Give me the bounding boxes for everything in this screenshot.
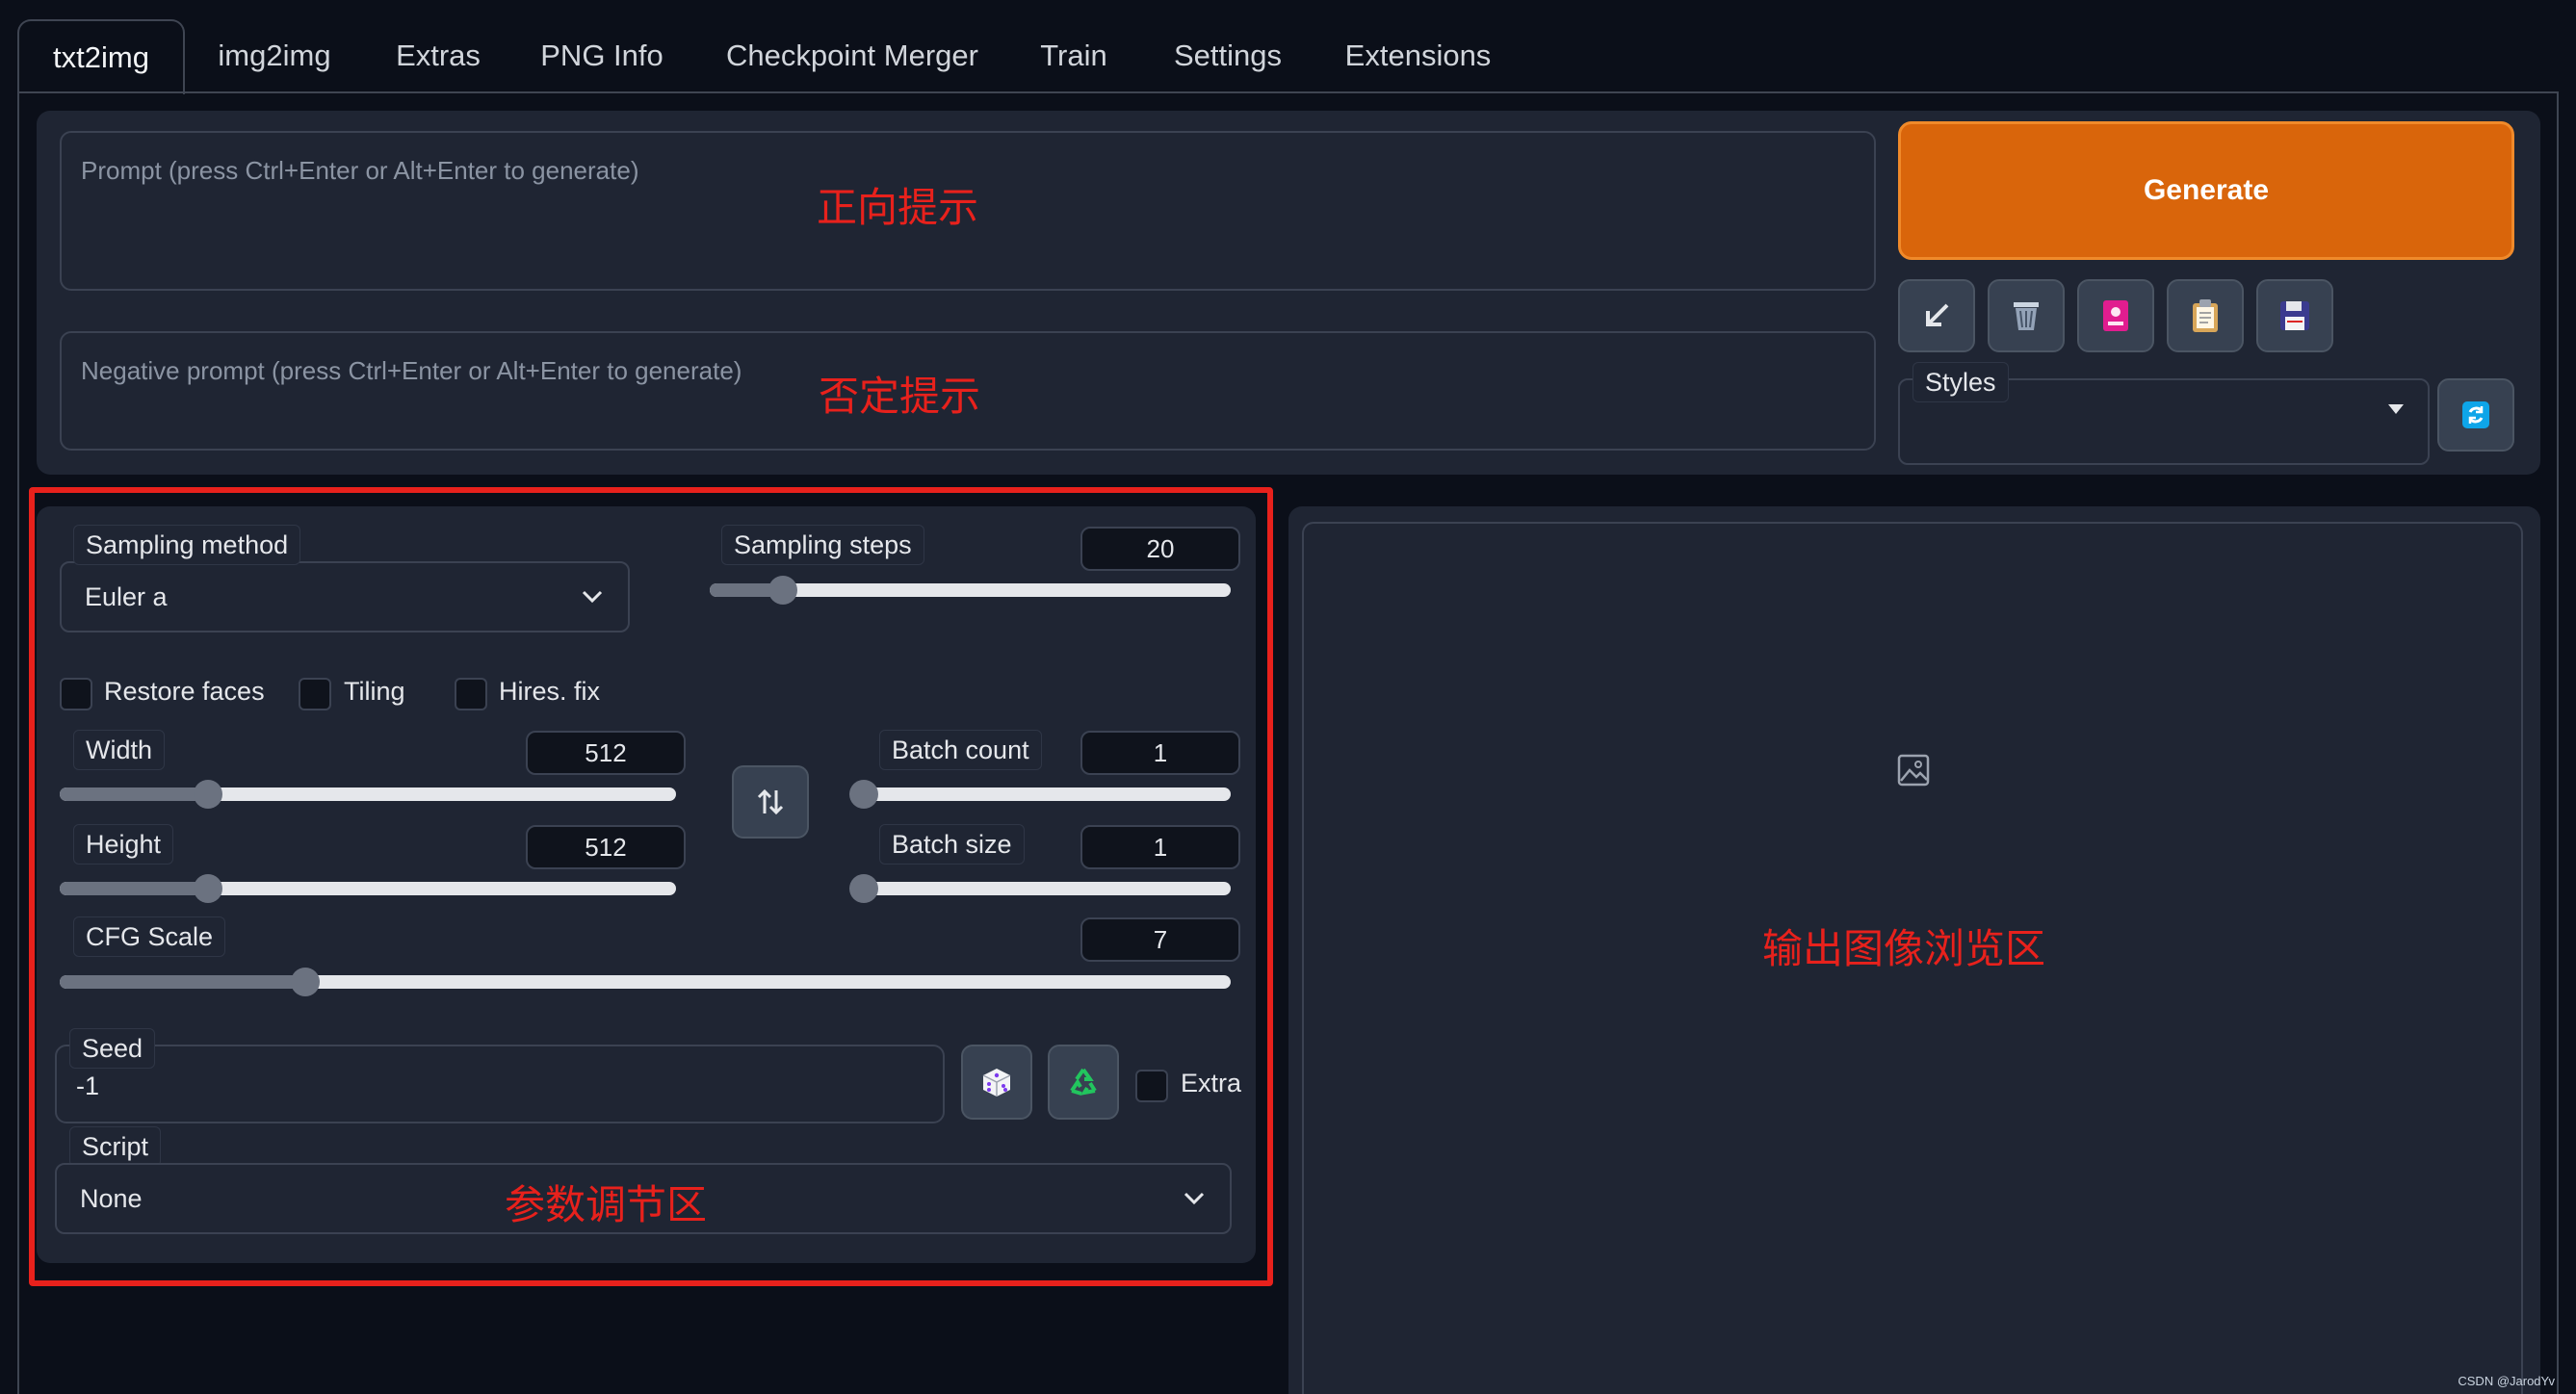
image-placeholder-icon [1897, 754, 1930, 787]
seed-value: -1 [76, 1071, 100, 1100]
script-label: Script [69, 1126, 162, 1167]
restore-faces-checkbox[interactable] [60, 678, 92, 710]
height-slider[interactable] [60, 874, 676, 903]
sampling-method-value: Euler a [85, 582, 168, 611]
cfg-scale-label: CFG Scale [73, 916, 226, 957]
reuse-seed-button[interactable] [1048, 1045, 1119, 1120]
slider-handle[interactable] [849, 780, 878, 809]
tab-settings[interactable]: Settings [1160, 19, 1295, 92]
watermark: CSDN @JarodYv [2458, 1374, 2555, 1388]
tab-png-info[interactable]: PNG Info [530, 19, 674, 92]
tab-divider [17, 91, 2559, 93]
read-params-button[interactable] [1898, 279, 1975, 352]
show-extra-networks-button[interactable] [2077, 279, 2154, 352]
clipboard-icon [2193, 299, 2218, 332]
width-slider[interactable] [60, 780, 676, 809]
generate-button[interactable]: Generate [1898, 121, 2514, 260]
output-annotation: 输出图像浏览区 [1762, 925, 2046, 972]
batch-count-slider[interactable] [849, 780, 1231, 809]
prompt-placeholder: Prompt (press Ctrl+Enter or Alt+Enter to… [81, 156, 639, 185]
batch-size-label: Batch size [879, 824, 1025, 865]
batch-count-input[interactable]: 1 [1080, 731, 1240, 775]
script-value: None [80, 1184, 143, 1213]
extra-seed-checkbox[interactable] [1135, 1070, 1168, 1102]
swap-arrows-icon [757, 788, 784, 815]
caret-down-icon [2388, 404, 2404, 414]
restore-faces-label: Restore faces [104, 677, 265, 706]
sampling-steps-slider[interactable] [710, 576, 1231, 605]
prompt-annotation: 正向提示 [817, 184, 979, 231]
trash-icon [2014, 302, 2039, 330]
chevron-down-icon [1184, 1192, 1205, 1205]
styles-label: Styles [1912, 362, 2009, 402]
batch-size-input[interactable]: 1 [1080, 825, 1240, 869]
hires-fix-label: Hires. fix [499, 677, 601, 706]
batch-size-slider[interactable] [849, 874, 1231, 903]
tab-txt2img[interactable]: txt2img [17, 19, 185, 94]
seed-input[interactable]: -1 [55, 1045, 945, 1123]
slider-handle[interactable] [768, 576, 797, 605]
frame-border-left [17, 91, 19, 1394]
tiling-label: Tiling [344, 677, 405, 706]
slider-handle[interactable] [849, 874, 878, 903]
tab-extensions[interactable]: Extensions [1339, 19, 1497, 92]
extra-seed-label: Extra [1181, 1069, 1242, 1097]
dice-icon [982, 1069, 1011, 1097]
sampling-steps-label: Sampling steps [721, 525, 924, 565]
tiling-checkbox[interactable] [299, 678, 331, 710]
card-icon [2103, 300, 2128, 331]
floppy-disk-icon [2280, 301, 2309, 330]
slider-handle[interactable] [193, 780, 222, 809]
save-style-button[interactable] [2256, 279, 2333, 352]
refresh-icon [2462, 401, 2489, 428]
swap-dimensions-button[interactable] [732, 765, 809, 839]
tab-extras[interactable]: Extras [380, 19, 496, 92]
tab-img2img[interactable]: img2img [197, 19, 351, 92]
sampling-method-dropdown[interactable]: Euler a [60, 561, 630, 632]
sampling-steps-input[interactable]: 20 [1080, 527, 1240, 571]
apply-style-button[interactable] [2167, 279, 2244, 352]
slider-handle[interactable] [193, 874, 222, 903]
width-input[interactable]: 512 [526, 731, 686, 775]
seed-label: Seed [69, 1028, 156, 1069]
recycle-icon [1070, 1068, 1097, 1096]
random-seed-button[interactable] [961, 1045, 1032, 1120]
sampling-method-label: Sampling method [73, 525, 301, 565]
cfg-scale-slider[interactable] [60, 968, 1231, 996]
tab-train[interactable]: Train [1030, 19, 1117, 92]
clear-prompt-button[interactable] [1988, 279, 2065, 352]
chevron-down-icon [582, 590, 603, 604]
cfg-scale-input[interactable]: 7 [1080, 917, 1240, 962]
batch-count-label: Batch count [879, 730, 1042, 770]
negative-prompt-annotation: 否定提示 [819, 373, 981, 420]
hires-fix-checkbox[interactable] [455, 678, 487, 710]
negative-prompt-placeholder: Negative prompt (press Ctrl+Enter or Alt… [81, 356, 742, 385]
height-input[interactable]: 512 [526, 825, 686, 869]
tab-checkpoint-merger[interactable]: Checkpoint Merger [713, 19, 992, 92]
width-label: Width [73, 730, 166, 770]
refresh-styles-button[interactable] [2437, 378, 2514, 452]
params-annotation: 参数调节区 [505, 1181, 708, 1228]
height-label: Height [73, 824, 174, 865]
frame-border-right [2557, 91, 2559, 1394]
arrow-icon [1926, 303, 1949, 326]
